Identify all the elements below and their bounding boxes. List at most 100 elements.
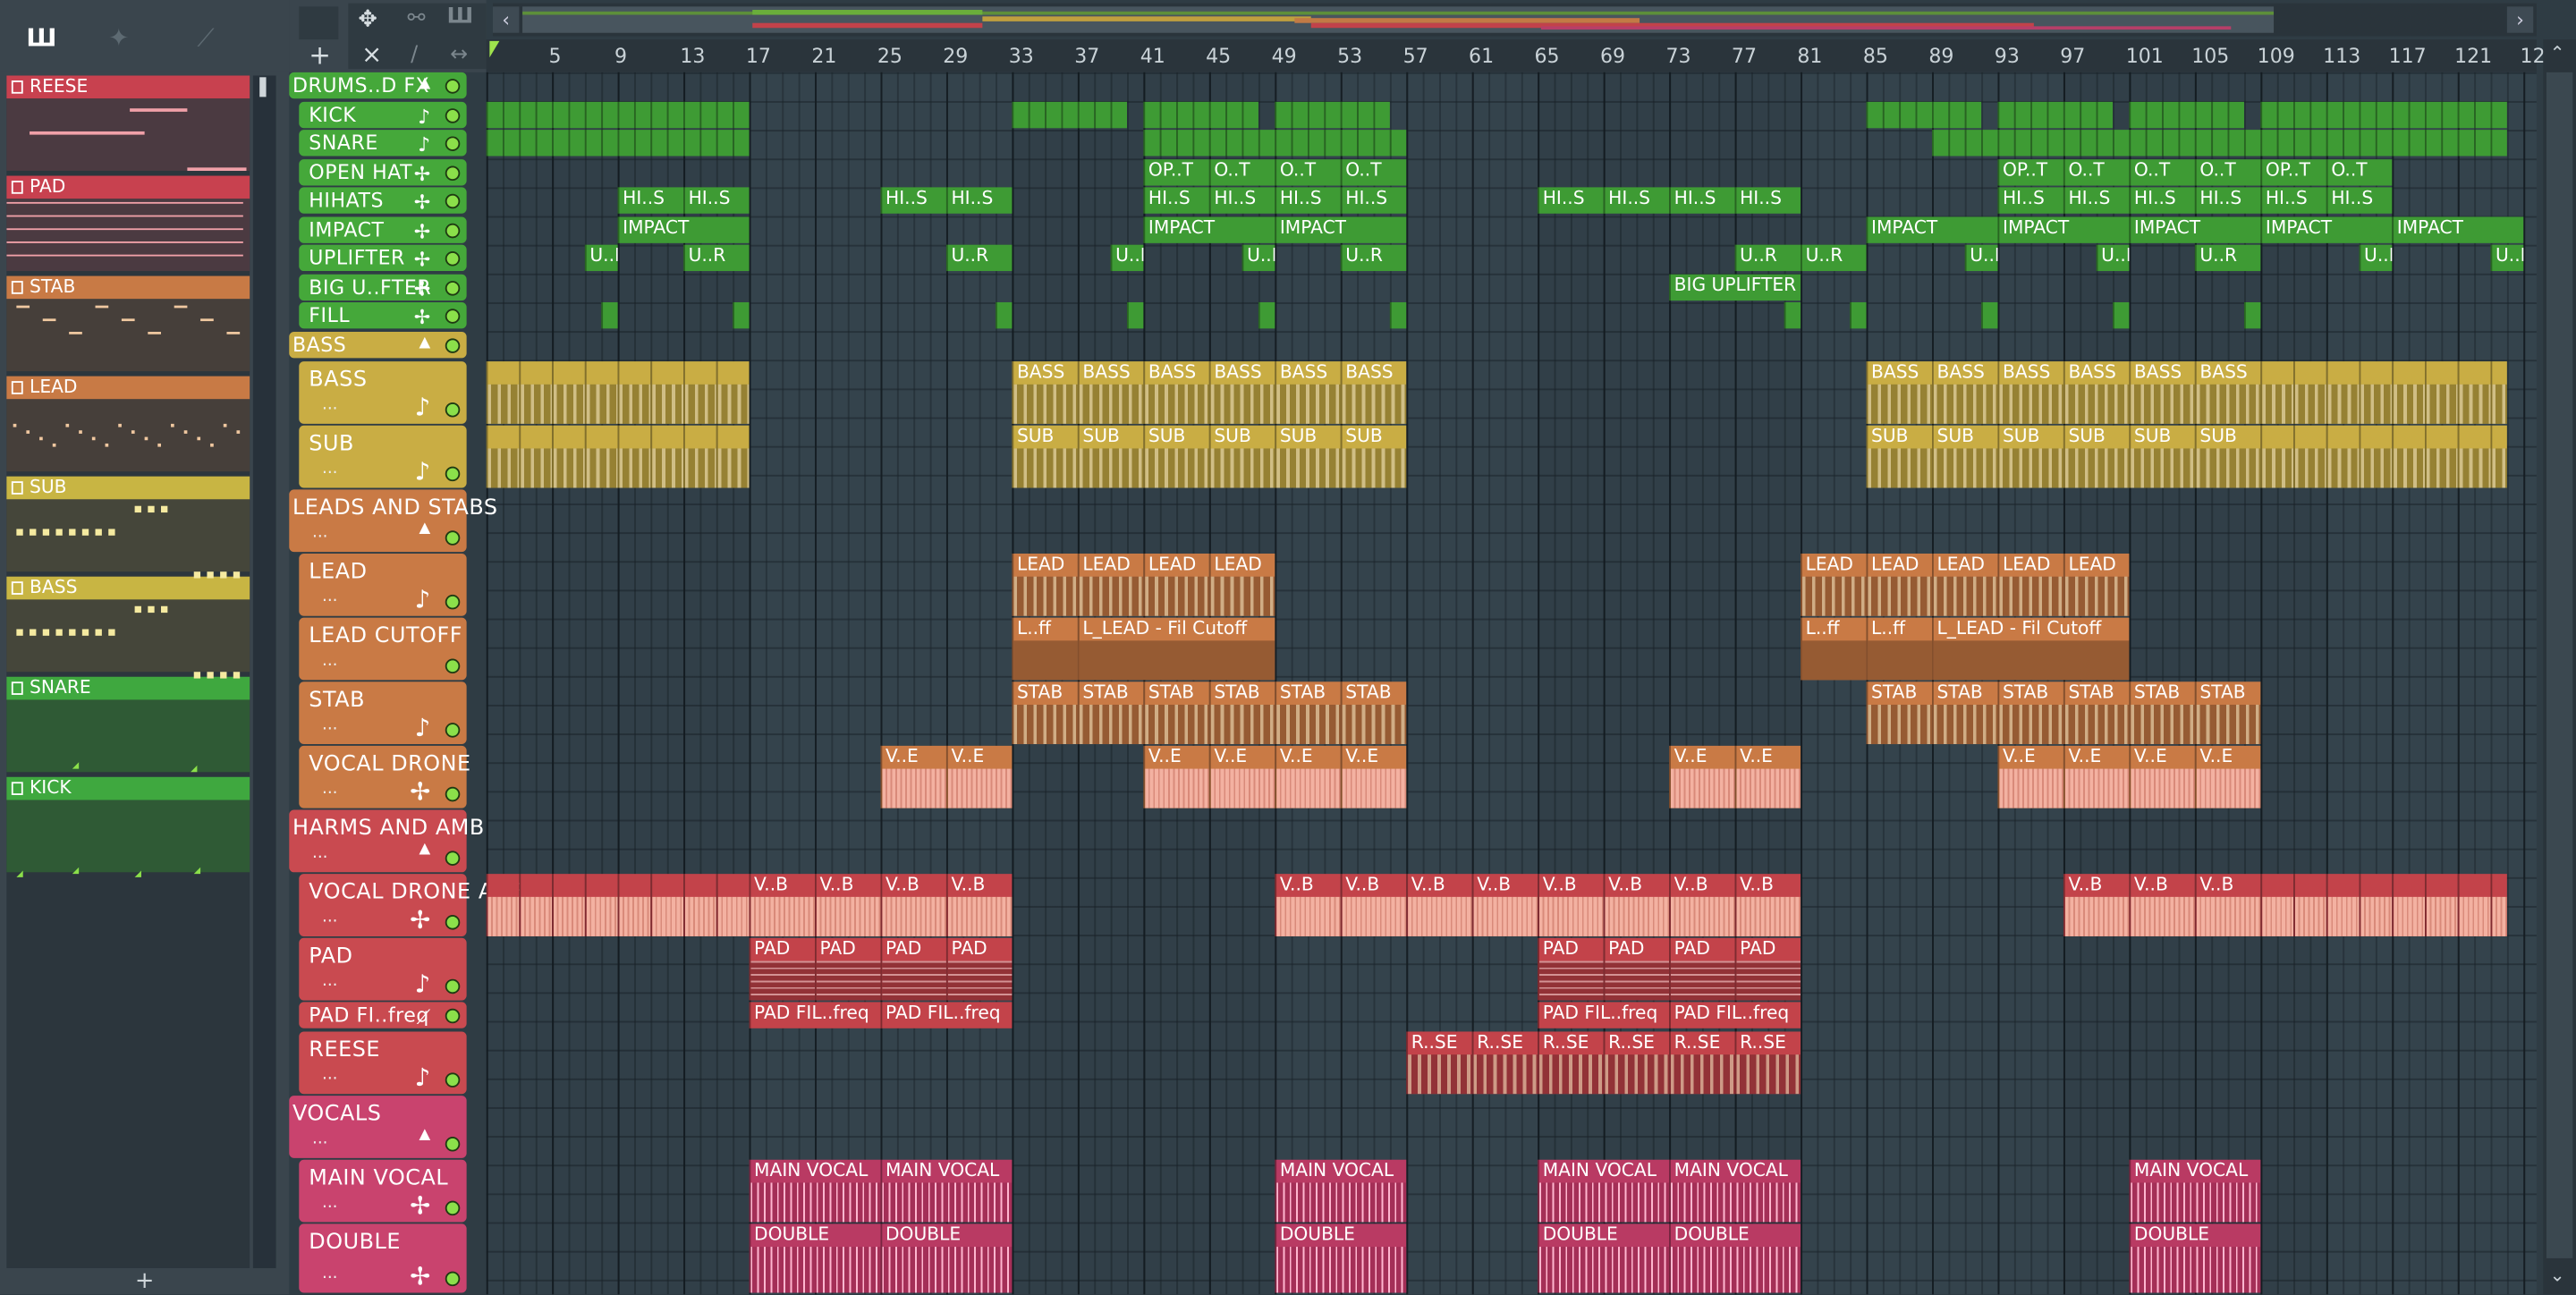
kick-clip[interactable] xyxy=(666,101,684,129)
snare-clip[interactable] xyxy=(2194,130,2212,157)
bass-clip[interactable] xyxy=(2326,361,2360,424)
snare-clip[interactable] xyxy=(552,130,569,157)
kick-clip[interactable] xyxy=(2013,101,2031,129)
fill-clip[interactable] xyxy=(2243,301,2261,329)
open-hat-clip[interactable]: OP..T xyxy=(2260,159,2326,186)
hihat-clip[interactable]: HI..S xyxy=(1143,187,1209,214)
kick-clip[interactable] xyxy=(2293,101,2310,129)
impact-clip[interactable]: IMPACT xyxy=(2260,216,2393,243)
snare-clip[interactable] xyxy=(1291,130,1309,157)
snare-clip[interactable] xyxy=(535,130,553,157)
pad-filter-clip[interactable]: PAD FIL..freq xyxy=(1669,1002,1801,1028)
kick-clip[interactable] xyxy=(2309,101,2326,129)
lead-cutoff-clip[interactable]: L..ff xyxy=(1012,617,1078,681)
kick-clip[interactable] xyxy=(535,101,553,129)
sub-clip[interactable] xyxy=(2490,425,2507,488)
vocal-drone-clip[interactable]: V..E xyxy=(2129,745,2195,808)
snare-clip[interactable] xyxy=(2145,130,2163,157)
snare-clip[interactable] xyxy=(1241,130,1258,157)
vocal-drone-clip[interactable]: V..E xyxy=(2063,745,2130,808)
hihat-clip[interactable]: HI..S xyxy=(2260,187,2326,214)
hihat-clip[interactable]: HI..S xyxy=(1208,187,1275,214)
pad-clip[interactable]: PAD xyxy=(815,937,881,1001)
lead-cutoff-clip[interactable]: L..ff xyxy=(1866,617,1933,681)
sub-clip[interactable] xyxy=(2392,425,2426,488)
kick-clip[interactable] xyxy=(2194,101,2212,129)
bass-clip[interactable] xyxy=(2260,361,2294,424)
kick-clip[interactable] xyxy=(1308,101,1325,129)
kick-clip[interactable] xyxy=(2162,101,2179,129)
fill-clip[interactable] xyxy=(601,301,618,329)
snare-clip[interactable] xyxy=(2392,130,2409,157)
bass-clip[interactable]: BASS xyxy=(2063,361,2130,424)
uplifter-clip[interactable]: U..R xyxy=(945,244,1013,272)
vocal-drone-amb-clip[interactable]: V..B xyxy=(2063,874,2130,936)
kick-clip[interactable] xyxy=(2457,101,2475,129)
snare-clip[interactable] xyxy=(584,130,602,157)
snare-clip[interactable] xyxy=(2425,130,2442,157)
vocal-drone-amb-clip[interactable]: V..B xyxy=(1734,874,1801,936)
snare-clip[interactable] xyxy=(2309,130,2326,157)
hihat-clip[interactable]: HI..S xyxy=(1997,187,2063,214)
scroll-down-icon[interactable]: ⌄ xyxy=(2550,1265,2565,1286)
bass-clip[interactable] xyxy=(552,361,585,424)
hihat-clip[interactable]: HI..S xyxy=(1669,187,1735,214)
bass-clip[interactable]: BASS xyxy=(1012,361,1078,424)
vocal-drone-amb-clip[interactable] xyxy=(2425,874,2458,936)
kick-clip[interactable] xyxy=(2343,101,2360,129)
impact-clip[interactable]: IMPACT xyxy=(1143,216,1275,243)
impact-clip[interactable]: IMPACT xyxy=(2392,216,2524,243)
lead-clip[interactable]: LEAD xyxy=(1997,553,2063,616)
uplifter-clip[interactable]: U..R xyxy=(1734,244,1801,272)
uplifter-clip[interactable]: U..R xyxy=(1964,244,1998,272)
reese-clip[interactable]: R..SE xyxy=(1471,1031,1538,1095)
fill-clip[interactable] xyxy=(1981,301,1998,329)
kick-clip[interactable] xyxy=(1997,101,2014,129)
hihat-clip[interactable]: HI..S xyxy=(683,187,750,214)
kick-clip[interactable] xyxy=(1324,101,1341,129)
snare-clip[interactable] xyxy=(1275,130,1292,157)
uplifter-clip[interactable]: U..R xyxy=(2490,244,2524,272)
vocal-drone-amb-clip[interactable]: V..B xyxy=(2194,874,2261,936)
kick-clip[interactable] xyxy=(650,101,667,129)
snare-clip[interactable] xyxy=(2326,130,2343,157)
open-hat-clip[interactable]: O..T xyxy=(1275,159,1341,186)
vocal-drone-amb-clip[interactable] xyxy=(2490,874,2507,936)
kick-clip[interactable] xyxy=(1275,101,1292,129)
snare-clip[interactable] xyxy=(1964,130,1982,157)
bass-clip[interactable] xyxy=(2425,361,2458,424)
uplifter-clip[interactable]: U..R xyxy=(2096,244,2130,272)
vocal-drone-amb-clip[interactable]: V..B xyxy=(1275,874,1341,936)
snare-clip[interactable] xyxy=(2293,130,2310,157)
kick-clip[interactable] xyxy=(1948,101,1965,129)
vocal-drone-amb-clip[interactable]: V..B xyxy=(880,874,946,936)
snare-clip[interactable] xyxy=(683,130,700,157)
sub-clip[interactable] xyxy=(2425,425,2458,488)
kick-clip[interactable] xyxy=(2490,101,2507,129)
uplifter-clip[interactable]: U..R xyxy=(1801,244,1867,272)
stab-clip[interactable]: STAB xyxy=(2129,681,2195,745)
fill-clip[interactable] xyxy=(1784,301,1801,329)
hihat-clip[interactable]: HI..S xyxy=(1275,187,1341,214)
main-vocal-clip[interactable]: MAIN VOCAL xyxy=(1538,1159,1670,1223)
open-hat-clip[interactable]: OP..T xyxy=(1997,159,2063,186)
sub-clip[interactable]: SUB xyxy=(1143,425,1209,488)
bass-clip[interactable]: BASS xyxy=(1340,361,1407,424)
snare-clip[interactable] xyxy=(1258,130,1275,157)
impact-clip[interactable]: IMPACT xyxy=(2129,216,2261,243)
snare-clip[interactable] xyxy=(1981,130,1998,157)
open-hat-clip[interactable]: O..T xyxy=(2194,159,2261,186)
fill-clip[interactable] xyxy=(733,301,750,329)
kick-clip[interactable] xyxy=(1077,101,1095,129)
kick-clip[interactable] xyxy=(2474,101,2491,129)
pad-clip[interactable]: PAD xyxy=(880,937,946,1001)
snare-clip[interactable] xyxy=(2276,130,2294,157)
open-hat-clip[interactable]: O..T xyxy=(1340,159,1407,186)
kick-clip[interactable] xyxy=(2063,101,2080,129)
kick-clip[interactable] xyxy=(1110,101,1128,129)
snare-clip[interactable] xyxy=(1192,130,1209,157)
snare-clip[interactable] xyxy=(2096,130,2114,157)
vocal-drone-amb-clip[interactable] xyxy=(2260,874,2294,936)
vocal-drone-amb-clip[interactable]: V..B xyxy=(1669,874,1735,936)
stab-clip[interactable]: STAB xyxy=(1866,681,1933,745)
